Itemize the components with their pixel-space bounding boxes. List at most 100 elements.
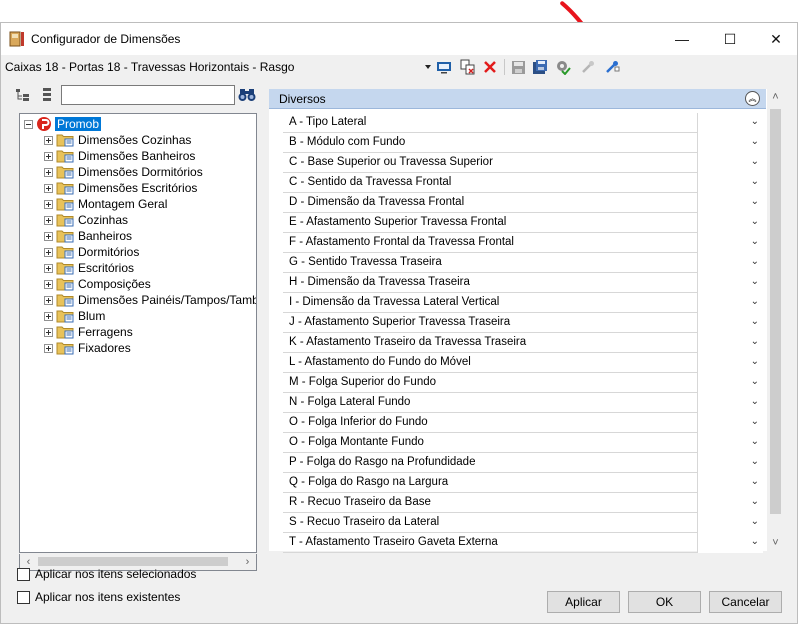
property-value-dropdown[interactable]: ⌄	[697, 313, 763, 333]
chevron-down-icon[interactable]: ⌄	[751, 496, 759, 507]
property-row[interactable]: E - Afastamento Superior Travessa Fronta…	[283, 213, 763, 233]
expand-toggle-icon[interactable]	[44, 231, 53, 241]
property-group-header[interactable]: Diversos ︽	[269, 89, 766, 109]
property-value-dropdown[interactable]: ⌄	[697, 253, 763, 273]
apply-selected-option[interactable]: Aplicar nos itens selecionados	[17, 567, 196, 581]
chevron-down-icon[interactable]: ⌄	[751, 196, 759, 207]
property-value-dropdown[interactable]: ⌄	[697, 493, 763, 513]
property-value-dropdown[interactable]: ⌄	[697, 333, 763, 353]
wrench-disabled-button[interactable]	[579, 58, 597, 76]
property-row[interactable]: P - Folga do Rasgo na Profundidade ⌄	[283, 453, 763, 473]
tree-item[interactable]: Dimensões Painéis/Tampos/Tamburato	[44, 292, 256, 308]
chevron-down-icon[interactable]: ⌄	[751, 236, 759, 247]
property-row[interactable]: C - Base Superior ou Travessa Superior ⌄	[283, 153, 763, 173]
property-row[interactable]: C - Sentido da Travessa Frontal ⌄	[283, 173, 763, 193]
cancel-button[interactable]: Cancelar	[709, 591, 782, 613]
apply-selected-checkbox[interactable]	[17, 567, 30, 581]
property-value-dropdown[interactable]: ⌄	[697, 433, 763, 453]
property-row[interactable]: O - Folga Inferior do Fundo ⌄	[283, 413, 763, 433]
chevron-down-icon[interactable]: ⌄	[751, 136, 759, 147]
tree-item[interactable]: Dimensões Escritórios	[44, 180, 197, 196]
tree-item[interactable]: Composições	[44, 276, 151, 292]
scroll-down-icon[interactable]: ˅	[767, 535, 784, 551]
apply-existing-option[interactable]: Aplicar nos itens existentes	[17, 590, 180, 604]
chevron-down-icon[interactable]: ⌄	[751, 416, 759, 427]
scroll-thumb[interactable]	[770, 109, 781, 514]
property-value-dropdown[interactable]: ⌄	[697, 293, 763, 313]
tree-item[interactable]: Dormitórios	[44, 244, 139, 260]
property-row[interactable]: O - Folga Montante Fundo ⌄	[283, 433, 763, 453]
property-value-dropdown[interactable]: ⌄	[697, 413, 763, 433]
property-value-dropdown[interactable]: ⌄	[697, 393, 763, 413]
chevron-down-icon[interactable]: ⌄	[751, 156, 759, 167]
property-row[interactable]: I - Dimensão da Travessa Lateral Vertica…	[283, 293, 763, 313]
property-row[interactable]: T - Afastamento Traseiro Gaveta Externa ⌄	[283, 533, 763, 553]
scroll-thumb[interactable]	[38, 557, 228, 566]
copy-delete-button[interactable]	[459, 58, 477, 76]
apply-existing-checkbox[interactable]	[17, 590, 30, 604]
search-input[interactable]	[61, 85, 235, 105]
property-value-dropdown[interactable]: ⌄	[697, 473, 763, 493]
tree-root[interactable]: Promob	[24, 116, 102, 132]
property-value-dropdown[interactable]: ⌄	[697, 513, 763, 533]
expand-toggle-icon[interactable]	[44, 167, 53, 177]
tree-item[interactable]: Dimensões Cozinhas	[44, 132, 191, 148]
tree-expand-icon[interactable]	[15, 87, 31, 103]
expand-toggle-icon[interactable]	[44, 263, 53, 273]
property-value-dropdown[interactable]: ⌄	[697, 213, 763, 233]
property-row[interactable]: F - Afastamento Frontal da Travessa Fron…	[283, 233, 763, 253]
chevron-down-icon[interactable]: ⌄	[751, 396, 759, 407]
tree-item[interactable]: Cozinhas	[44, 212, 128, 228]
property-row[interactable]: G - Sentido Travessa Traseira ⌄	[283, 253, 763, 273]
property-value-dropdown[interactable]: ⌄	[697, 153, 763, 173]
property-row[interactable]: N - Folga Lateral Fundo ⌄	[283, 393, 763, 413]
close-window-button[interactable]: ✕	[753, 23, 798, 55]
tree-item[interactable]: Dimensões Banheiros	[44, 148, 195, 164]
property-value-dropdown[interactable]: ⌄	[697, 173, 763, 193]
expand-toggle-icon[interactable]	[44, 215, 53, 225]
property-value-dropdown[interactable]: ⌄	[697, 533, 763, 553]
tree-item[interactable]: Blum	[44, 308, 105, 324]
expand-toggle-icon[interactable]	[44, 199, 53, 209]
property-value-dropdown[interactable]: ⌄	[697, 353, 763, 373]
property-row[interactable]: Q - Folga do Rasgo na Largura ⌄	[283, 473, 763, 493]
tree-item[interactable]: Ferragens	[44, 324, 133, 340]
chevron-down-icon[interactable]: ⌄	[751, 436, 759, 447]
chevron-down-icon[interactable]: ⌄	[751, 316, 759, 327]
expand-toggle-icon[interactable]	[44, 151, 53, 161]
property-row[interactable]: B - Módulo com Fundo ⌄	[283, 133, 763, 153]
chevron-down-icon[interactable]: ⌄	[751, 336, 759, 347]
delete-button[interactable]	[481, 58, 499, 76]
chevron-down-icon[interactable]: ⌄	[751, 516, 759, 527]
ok-button[interactable]: OK	[628, 591, 701, 613]
tree-item[interactable]: Escritórios	[44, 260, 134, 276]
property-row[interactable]: K - Afastamento Traseiro da Travessa Tra…	[283, 333, 763, 353]
gear-check-button[interactable]	[554, 58, 572, 76]
property-value-dropdown[interactable]: ⌄	[697, 373, 763, 393]
chevron-down-icon[interactable]: ⌄	[751, 116, 759, 127]
property-value-dropdown[interactable]: ⌄	[697, 273, 763, 293]
scroll-right-icon[interactable]: ›	[239, 554, 256, 570]
expand-toggle-icon[interactable]	[44, 279, 53, 289]
chevron-down-icon[interactable]: ⌄	[751, 356, 759, 367]
maximize-button[interactable]: ☐	[707, 23, 753, 55]
chevron-down-icon[interactable]: ⌄	[751, 256, 759, 267]
expand-toggle-icon[interactable]	[44, 247, 53, 257]
expand-toggle-icon[interactable]	[44, 327, 53, 337]
property-value-dropdown[interactable]: ⌄	[697, 133, 763, 153]
expand-toggle-icon[interactable]	[44, 343, 53, 353]
property-row[interactable]: H - Dimensão da Travessa Traseira ⌄	[283, 273, 763, 293]
chevron-down-icon[interactable]: ⌄	[751, 296, 759, 307]
property-row[interactable]: J - Afastamento Superior Travessa Trasei…	[283, 313, 763, 333]
chevron-down-icon[interactable]: ⌄	[751, 216, 759, 227]
screen-button[interactable]	[435, 58, 453, 76]
minimize-button[interactable]: —	[659, 23, 705, 55]
property-vertical-scrollbar[interactable]: ˄ ˅	[767, 89, 784, 551]
chevron-down-icon[interactable]: ⌄	[751, 536, 759, 547]
property-value-dropdown[interactable]: ⌄	[697, 113, 763, 133]
tree-collapse-icon[interactable]	[39, 87, 55, 103]
expand-toggle-icon[interactable]	[44, 295, 53, 305]
tree-item[interactable]: Montagem Geral	[44, 196, 167, 212]
chevron-down-icon[interactable]: ⌄	[751, 376, 759, 387]
property-row[interactable]: D - Dimensão da Travessa Frontal ⌄	[283, 193, 763, 213]
